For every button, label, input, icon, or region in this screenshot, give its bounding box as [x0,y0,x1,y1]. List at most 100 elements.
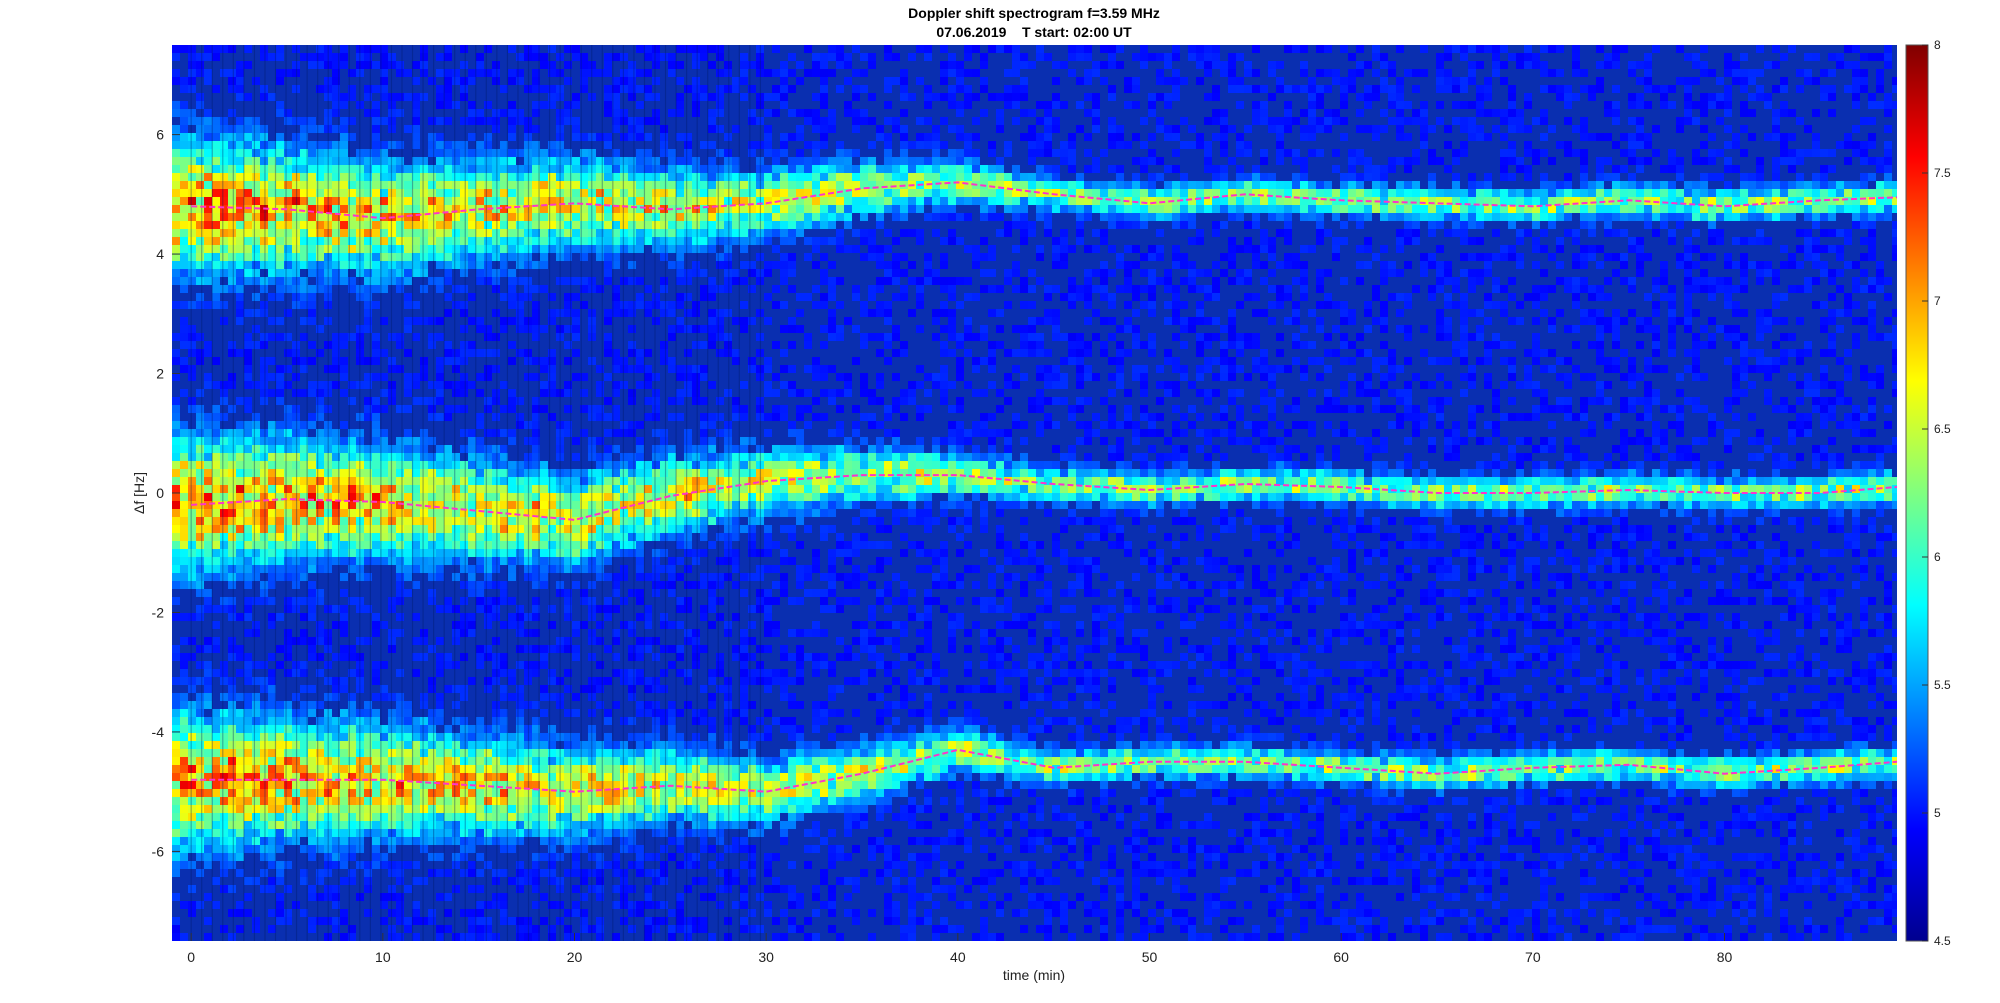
heatmap-cell [516,189,524,197]
heatmap-cell [1772,109,1780,117]
heatmap-cell [268,373,276,381]
heatmap-cell [1748,173,1756,181]
heatmap-cell [1636,253,1644,261]
heatmap-cell [1748,213,1756,221]
heatmap-cell [676,45,684,53]
heatmap-cell [1828,309,1836,317]
heatmap-cell [484,197,492,205]
heatmap-cell [1468,333,1476,341]
heatmap-cell [1316,285,1324,293]
heatmap-cell [1596,157,1604,165]
heatmap-cell [1748,261,1756,269]
heatmap-cell [1884,317,1892,325]
heatmap-cell [1116,373,1124,381]
heatmap-cell [1404,229,1412,237]
heatmap-cell [964,189,972,197]
heatmap-cell [724,333,732,341]
heatmap-cell [1340,45,1348,53]
heatmap-cell [452,69,460,77]
heatmap-cell [1436,189,1444,197]
heatmap-cell [1516,237,1524,245]
heatmap-cell [1124,245,1132,253]
heatmap-cell [1836,181,1844,189]
heatmap-cell [1668,285,1676,293]
heatmap-cell [276,285,284,293]
heatmap-cell [1564,357,1572,365]
heatmap-cell [476,349,484,357]
heatmap-cell [1268,269,1276,277]
heatmap-cell [708,157,716,165]
heatmap-cell [340,237,348,245]
heatmap-cell [1356,277,1364,285]
heatmap-cell [1532,221,1540,229]
heatmap-cell [244,253,252,261]
heatmap-cell [1820,85,1828,93]
heatmap-cell [1044,117,1052,125]
heatmap-cell [684,189,692,197]
heatmap-cell [228,141,236,149]
heatmap-cell [572,349,580,357]
heatmap-cell [484,229,492,237]
heatmap-cell [1844,189,1852,197]
heatmap-cell [1020,229,1028,237]
heatmap-cell [652,165,660,173]
heatmap-cell [1460,237,1468,245]
heatmap-cell [1212,165,1220,173]
heatmap-cell [244,157,252,165]
heatmap-cell [196,165,204,173]
heatmap-cell [1684,181,1692,189]
heatmap-cell [1404,237,1412,245]
heatmap-cell [620,117,628,125]
heatmap-cell [260,373,268,381]
heatmap-cell [1548,181,1556,189]
heatmap-cell [1172,317,1180,325]
heatmap-cell [772,157,780,165]
heatmap-cell [228,85,236,93]
heatmap-cell [500,213,508,221]
heatmap-cell [260,157,268,165]
heatmap-cell [684,237,692,245]
heatmap-cell [924,133,932,141]
heatmap-cell [284,229,292,237]
heatmap-cell [228,149,236,157]
heatmap-cell [420,173,428,181]
heatmap-cell [908,277,916,285]
heatmap-cell [1596,205,1604,213]
heatmap-cell [620,133,628,141]
heatmap-cell [980,269,988,277]
heatmap-cell [1524,365,1532,373]
heatmap-cell [1172,93,1180,101]
heatmap-cell [1708,133,1716,141]
heatmap-cell [308,229,316,237]
heatmap-cell [228,69,236,77]
heatmap-cell [1876,269,1884,277]
heatmap-cell [644,157,652,165]
heatmap-cell [1052,149,1060,157]
heatmap-cell [244,173,252,181]
heatmap-cell [748,181,756,189]
heatmap-cell [1108,213,1116,221]
heatmap-cell [1068,53,1076,61]
heatmap-cell [1788,213,1796,221]
heatmap-cell [604,309,612,317]
heatmap-cell [1076,213,1084,221]
heatmap-cell [1460,125,1468,133]
heatmap-cell [876,349,884,357]
heatmap-cell [1756,357,1764,365]
heatmap-cell [1852,69,1860,77]
heatmap-cell [964,133,972,141]
heatmap-cell [652,77,660,85]
heatmap-cell [652,173,660,181]
heatmap-cell [860,333,868,341]
heatmap-cell [1052,373,1060,381]
heatmap-cell [1388,373,1396,381]
heatmap-cell [1820,205,1828,213]
heatmap-cell [1812,237,1820,245]
heatmap-cell [764,357,772,365]
heatmap-cell [1396,181,1404,189]
heatmap-cell [1148,205,1156,213]
heatmap-cell [820,157,828,165]
heatmap-cell [1252,205,1260,213]
heatmap-cell [1020,53,1028,61]
heatmap-cell [1252,221,1260,229]
